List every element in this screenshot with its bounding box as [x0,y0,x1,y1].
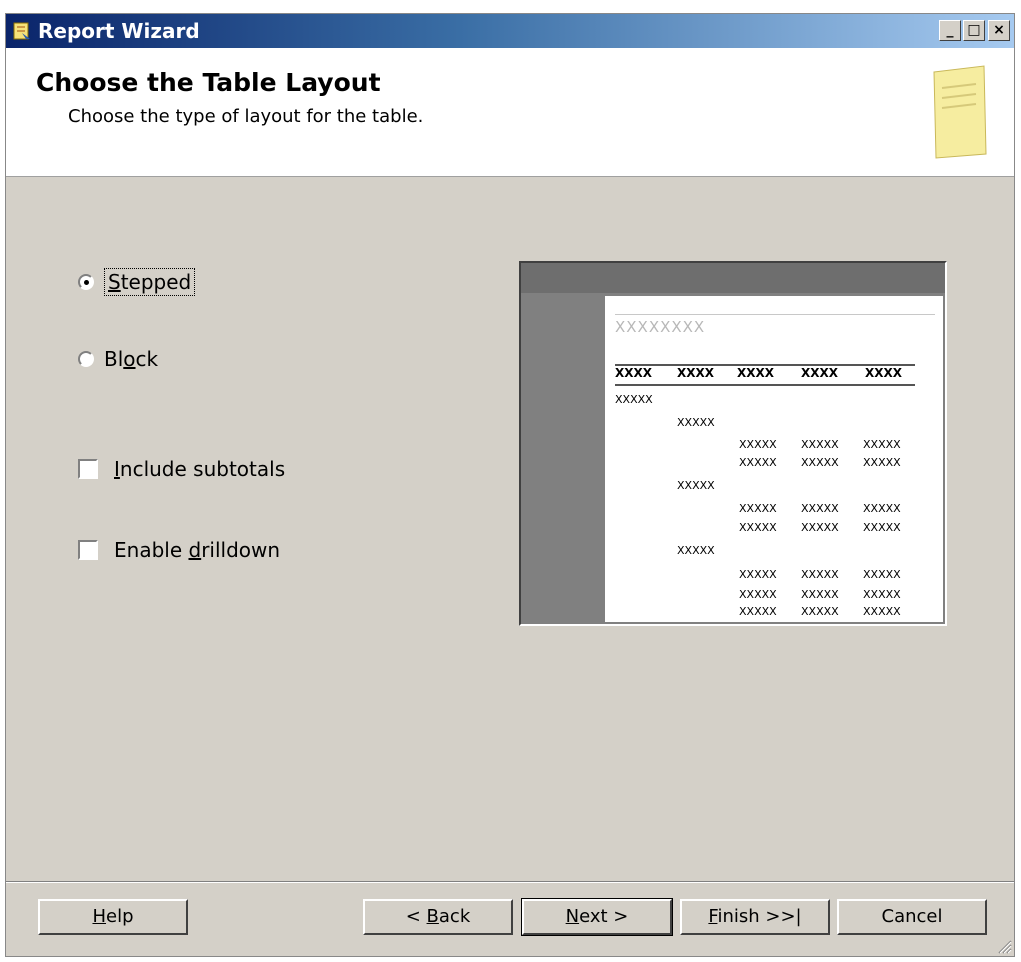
block-option[interactable]: Block [78,347,158,371]
preview-cell: XXXXX [801,438,839,451]
preview-cell: XXXXX [739,456,777,469]
preview-cell: XXXXX [739,438,777,451]
close-button[interactable]: × [988,20,1010,41]
preview-header-cell: XXXX [737,366,775,380]
notepad-icon [933,65,987,159]
preview-cell: XXXXX [863,588,901,601]
preview-cell: XXXXX [863,502,901,515]
include-subtotals-option[interactable]: Include subtotals [78,457,285,481]
preview-title-placeholder: XXXXXXXX [615,318,706,336]
preview-cell: XXXXX [801,456,839,469]
preview-top-band [521,263,945,293]
include-subtotals-label[interactable]: Include subtotals [114,457,285,481]
preview-cell: XXXXX [801,568,839,581]
cancel-button[interactable]: Cancel [837,899,987,935]
preview-cell: XXXXX [739,588,777,601]
title-bar[interactable]: Report Wizard _ □ × [6,14,1014,48]
preview-header-row: XXXX XXXX XXXX XXXX XXXX [615,364,915,386]
maximize-button[interactable]: □ [963,20,985,41]
block-radio[interactable] [78,351,94,367]
include-subtotals-checkbox[interactable] [78,459,98,479]
block-label[interactable]: Block [104,347,158,371]
resize-grip-icon[interactable] [994,936,1012,954]
preview-cell: XXXXX [739,568,777,581]
preview-header-cell: XXXX [615,366,653,380]
page-title: Choose the Table Layout [36,68,381,97]
preview-cell: XXXXX [739,605,777,618]
preview-paper: XXXXXXXX XXXX XXXX XXXX XXXX XXXX XXXXX … [605,296,943,622]
preview-header-cell: XXXX [677,366,715,380]
preview-cell: XXXXX [863,605,901,618]
preview-title-rule [615,314,935,315]
preview-cell: XXXXX [801,605,839,618]
report-wizard-icon [13,22,30,40]
preview-cell: XXXXX [863,568,901,581]
preview-cell: XXXXX [863,438,901,451]
minimize-button[interactable]: _ [939,20,961,41]
back-button[interactable]: < Back [363,899,513,935]
wizard-content: Stepped Block Include subtotals Enable d… [6,177,1014,877]
report-wizard-window: Report Wizard _ □ × Choose the Table Lay… [5,13,1015,957]
radio-selected-dot [84,280,89,285]
page-subtitle: Choose the type of layout for the table. [68,106,424,127]
preview-cell: XXXXX [739,502,777,515]
preview-cell: XXXXX [677,479,715,492]
preview-cell: XXXXX [677,544,715,557]
stepped-option[interactable]: Stepped [78,268,196,296]
next-button[interactable]: Next > [521,898,673,936]
preview-cell: XXXXX [801,588,839,601]
preview-header-cell: XXXX [801,366,839,380]
layout-preview: XXXXXXXX XXXX XXXX XXXX XXXX XXXX XXXXX … [519,261,947,626]
footer-separator [6,881,1014,883]
preview-cell: XXXXX [801,502,839,515]
wizard-header: Choose the Table Layout Choose the type … [6,48,1014,177]
preview-cell: XXXXX [615,393,653,406]
help-button[interactable]: Help [38,899,188,935]
window-title: Report Wizard [38,19,200,43]
stepped-label[interactable]: Stepped [104,268,196,296]
preview-cell: XXXXX [801,521,839,534]
preview-header-cell: XXXX [865,366,903,380]
finish-button[interactable]: Finish >>| [680,899,830,935]
stepped-radio[interactable] [78,274,94,290]
enable-drilldown-checkbox[interactable] [78,540,98,560]
preview-cell: XXXXX [863,521,901,534]
enable-drilldown-option[interactable]: Enable drilldown [78,538,280,562]
enable-drilldown-label[interactable]: Enable drilldown [114,538,280,562]
preview-cell: XXXXX [863,456,901,469]
preview-cell: XXXXX [677,416,715,429]
preview-cell: XXXXX [739,521,777,534]
